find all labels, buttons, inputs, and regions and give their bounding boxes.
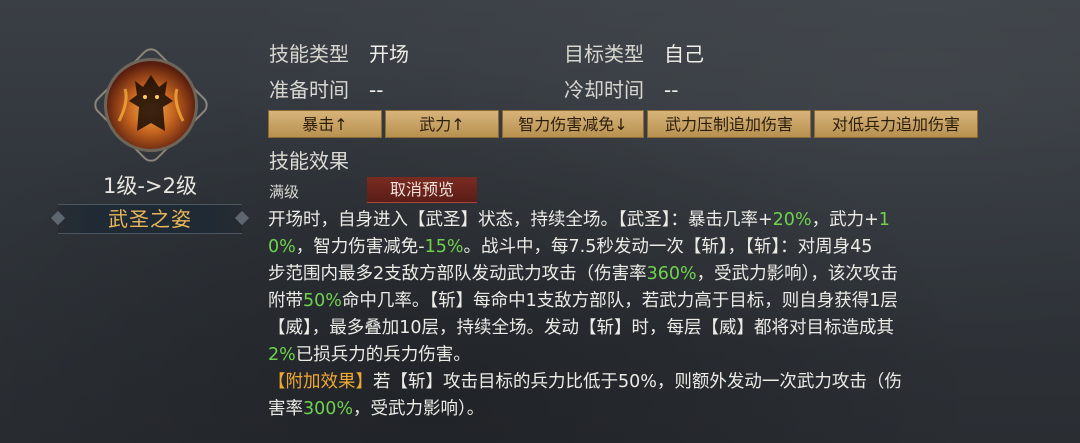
cooldown-row: 冷却时间 -- [564,74,678,103]
desc-line: 2%已损兵力的兵力伤害。 [268,345,471,365]
skill-name: 武圣之姿 [108,207,192,231]
skill-type-row: 技能类型 开场 [269,38,409,67]
skill-description: 开场时，自身进入【武圣】状态，持续全场。【武圣】：暴击几率+20%，武力+1 0… [268,207,1058,423]
tag-force-suppress-bonus[interactable]: 武力压制追加伤害 [647,110,811,138]
desc-line: 步范围内最多2支敌方部队发动武力攻击（伤害率360%，受武力影响），该次攻击 [268,264,898,284]
skill-type-value: 开场 [369,42,409,66]
level-text: 1级->2级 [103,174,197,198]
desc-line: 0%，智力伤害减免-15%。战斗中，每7.5秒发动一次【斩】，【斩】：对周身45 [268,237,873,257]
cooldown-label: 冷却时间 [564,78,644,102]
effect-title: 技能效果 [269,149,349,173]
cooldown-value: -- [664,78,679,102]
desc-line: 附带50%命中几率。【斩】每命中1支敌方部队，若武力高于目标，则自身获得1层 [268,291,898,311]
skill-type-label: 技能类型 [269,42,349,66]
tag-int-damage-reduction-down[interactable]: 智力伤害减免↓ [502,110,644,138]
prep-time-label: 准备时间 [269,78,349,102]
prep-time-row: 准备时间 -- [269,74,383,103]
tag-crit-up[interactable]: 暴击↑ [268,110,382,138]
target-type-value: 自己 [664,42,704,66]
desc-line: 【威】，最多叠加10层，持续全场。发动【斩】时，每层【威】都将对目标造成其 [268,318,895,338]
skill-icon[interactable] [90,44,212,166]
desc-line: 开场时，自身进入【武圣】状态，持续全场。【武圣】：暴击几率+20%，武力+1 [268,210,890,230]
tag-low-troop-bonus[interactable]: 对低兵力追加伤害 [814,110,978,138]
skill-portrait [104,58,198,152]
tag-force-up[interactable]: 武力↑ [385,110,499,138]
desc-line: 害率300%，受武力影响）。 [268,399,485,419]
target-type-row: 目标类型 自己 [564,38,704,67]
target-type-label: 目标类型 [564,42,644,66]
max-level-tab[interactable]: 满级 [269,181,299,202]
desc-line: 【附加效果】若【斩】攻击目标的兵力比低于50%，则额外发动一次武力攻击（伤 [268,372,902,392]
effect-tags: 暴击↑ 武力↑ 智力伤害减免↓ 武力压制追加伤害 对低兵力追加伤害 [268,110,978,138]
skill-name-plate: 武圣之姿 [50,201,250,237]
cancel-preview-button[interactable]: 取消预览 [367,177,477,203]
prep-time-value: -- [369,78,384,102]
